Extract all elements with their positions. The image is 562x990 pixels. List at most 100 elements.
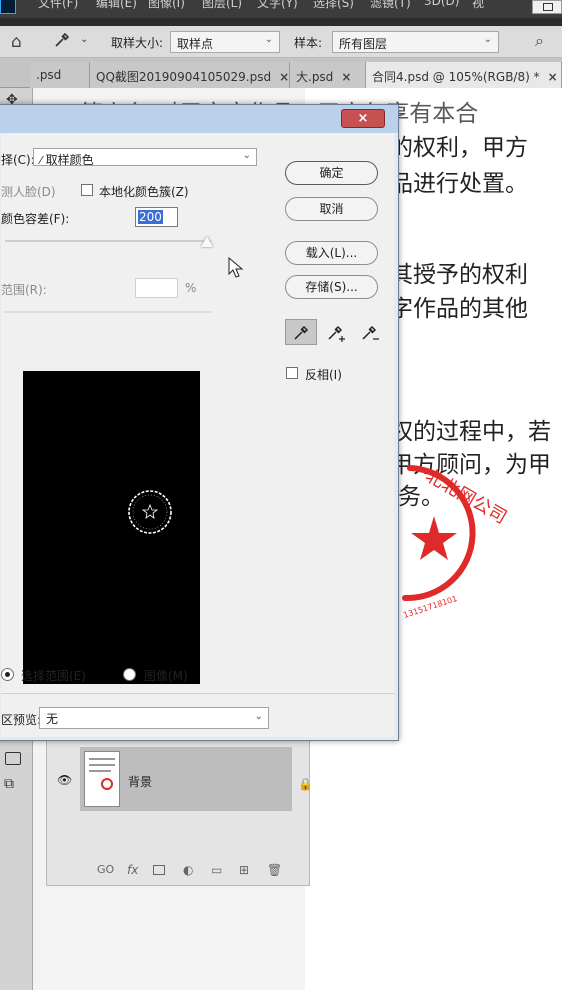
range-unit: %: [185, 281, 197, 295]
chevron-down-icon: ⌄: [254, 711, 263, 722]
screen-mode-icon[interactable]: ⧉: [4, 776, 14, 792]
tab-da-psd[interactable]: 大.psd ×: [290, 62, 366, 88]
maximize-icon: [543, 3, 553, 11]
tab-label: QQ截图20190904105029.psd: [96, 70, 272, 84]
document-tabs: .psd QQ截图20190904105029.psd × 大.psd × 合同4.…: [0, 58, 562, 88]
layer-name: 背景: [128, 775, 153, 789]
add-mask-icon[interactable]: [153, 865, 165, 875]
options-bar: ⌂ ⌄ 取样大小: 取样点 ⌄ 样本: 所有图层 ⌄ ⌕: [0, 26, 562, 58]
menu-layer[interactable]: 图层(L): [202, 0, 242, 11]
color-range-dialog: × 择(C): ⁄ 取样颜色 ⌄ 测人脸(D) 本地化颜色簇(Z) 颜色容差(F…: [0, 104, 399, 741]
close-icon[interactable]: ×: [341, 70, 351, 84]
tab-label: 大.psd: [296, 70, 334, 84]
menu-image[interactable]: 图像(I): [148, 0, 185, 11]
sample-size-label: 取样大小:: [111, 36, 164, 50]
doc-line-5: 字作品的其他: [390, 296, 528, 322]
adjustment-layer-icon[interactable]: ◐: [183, 863, 193, 877]
dialog-titlebar[interactable]: [0, 105, 398, 133]
menu-bar: 文件(F) 编辑(E) 图像(I) 图层(L) 文字(Y) 选择(S) 滤镜(T…: [0, 0, 562, 18]
close-icon[interactable]: ×: [548, 70, 558, 84]
company-seal-icon: 北北网公司 13151718101: [402, 465, 510, 620]
menu-edit[interactable]: 编辑(E): [96, 0, 137, 11]
layer-row-background[interactable]: 背景 🔒: [80, 747, 313, 811]
selection-preview-value: 无: [46, 712, 59, 726]
group-folder-icon[interactable]: ▭: [211, 863, 222, 877]
localized-checkbox[interactable]: [81, 184, 93, 196]
sample-label: 样本:: [294, 36, 323, 50]
radio-image-label: 图像(M): [144, 669, 188, 683]
save-button[interactable]: 存储(S)...: [285, 275, 378, 299]
eyedropper-tool-icon[interactable]: [54, 32, 70, 52]
add-to-sample-button[interactable]: [319, 319, 351, 345]
link-layers-icon[interactable]: GO: [97, 863, 114, 876]
localized-label: 本地化颜色簇(Z): [99, 185, 189, 199]
mouse-cursor-icon: [228, 257, 244, 278]
trash-icon[interactable]: 🗑: [267, 863, 282, 877]
eyedropper-minus-icon: [362, 325, 379, 340]
sample-select[interactable]: 所有图层 ⌄: [332, 31, 499, 53]
invert-checkbox[interactable]: [286, 367, 298, 379]
chevron-down-icon[interactable]: ⌄: [80, 34, 88, 45]
eye-icon[interactable]: 👁: [57, 773, 72, 787]
range-input[interactable]: [135, 278, 178, 298]
sample-size-select[interactable]: 取样点 ⌄: [170, 31, 280, 53]
select-label: 择(C):: [1, 153, 35, 167]
doc-line-4: 其授予的权利: [390, 262, 528, 288]
selection-preview: [23, 371, 200, 684]
layers-footer: GO fx ◐ ▭ ⊞ 🗑: [47, 849, 309, 887]
selection-preview-select[interactable]: 无 ⌄: [39, 707, 269, 729]
invert-label: 反相(I): [305, 368, 342, 382]
load-button[interactable]: 载入(L)...: [285, 241, 378, 265]
svg-text:北北网公司: 北北网公司: [422, 465, 510, 528]
radio-selection[interactable]: [1, 668, 14, 681]
menu-filter[interactable]: 滤镜(T): [370, 0, 411, 11]
tab-qq-screenshot[interactable]: QQ截图20190904105029.psd ×: [90, 62, 290, 88]
search-icon[interactable]: ⌕: [535, 31, 544, 51]
eyedropper-plus-icon: [328, 325, 345, 342]
tab-label: .psd: [36, 68, 62, 82]
select-combo[interactable]: ⁄ 取样颜色 ⌄: [33, 148, 257, 167]
sample-size-value: 取样点: [177, 37, 214, 51]
radio-image[interactable]: [123, 668, 136, 681]
menu-select[interactable]: 选择(S): [313, 0, 354, 11]
fuzziness-slider-thumb[interactable]: [201, 236, 213, 247]
chevron-down-icon: ⌄: [242, 150, 251, 161]
new-layer-icon[interactable]: ⊞: [239, 863, 249, 877]
doc-line-3: 品进行处置。: [390, 171, 528, 197]
tab-psd[interactable]: .psd: [30, 62, 90, 88]
fx-icon[interactable]: fx: [127, 863, 138, 877]
tab-label: 合同4.psd @ 105%(RGB/8) *: [372, 70, 540, 84]
doc-line-6: 权的过程中，若: [390, 419, 551, 445]
eyedropper-button[interactable]: [285, 319, 317, 345]
doc-line-2: 的权利，甲方: [390, 135, 528, 161]
select-value: 取样颜色: [45, 153, 94, 167]
face-detect-label: 测人脸(D): [1, 185, 56, 199]
layers-panel: 👁 背景 🔒 GO fx ◐ ▭ ⊞ 🗑: [46, 740, 313, 887]
subtract-from-sample-button[interactable]: [353, 319, 385, 345]
home-icon[interactable]: ⌂: [11, 32, 22, 52]
range-slider[interactable]: [5, 311, 211, 313]
range-label: 范围(R):: [1, 283, 47, 297]
menu-file[interactable]: 文件(F): [38, 0, 78, 11]
close-icon[interactable]: ×: [279, 70, 289, 84]
photoshop-logo-icon: [0, 0, 16, 14]
chevron-down-icon: ⌄: [264, 34, 273, 45]
quick-mask-icon[interactable]: [5, 752, 21, 765]
sample-value: 所有图层: [339, 37, 388, 51]
chevron-down-icon: ⌄: [483, 34, 492, 45]
menu-view[interactable]: 视: [472, 0, 484, 11]
preview-seal-outline: [128, 490, 172, 534]
eyedropper-icon: ⁄: [40, 154, 42, 167]
cancel-button[interactable]: 取消: [285, 197, 378, 221]
tab-contract4[interactable]: 合同4.psd @ 105%(RGB/8) * ×: [366, 62, 562, 88]
preview-label: 区预览:: [1, 713, 42, 727]
menu-3d[interactable]: 3D(D): [424, 0, 459, 8]
fuzziness-slider[interactable]: [5, 240, 211, 242]
close-button[interactable]: ×: [341, 109, 385, 128]
radio-selection-label: 选择范围(E): [21, 669, 86, 683]
fuzziness-value: 200: [138, 210, 163, 224]
menu-type[interactable]: 文字(Y): [257, 0, 298, 11]
fuzziness-input[interactable]: 200: [135, 207, 178, 227]
maximize-button[interactable]: [532, 0, 562, 14]
ok-button[interactable]: 确定: [285, 161, 378, 185]
